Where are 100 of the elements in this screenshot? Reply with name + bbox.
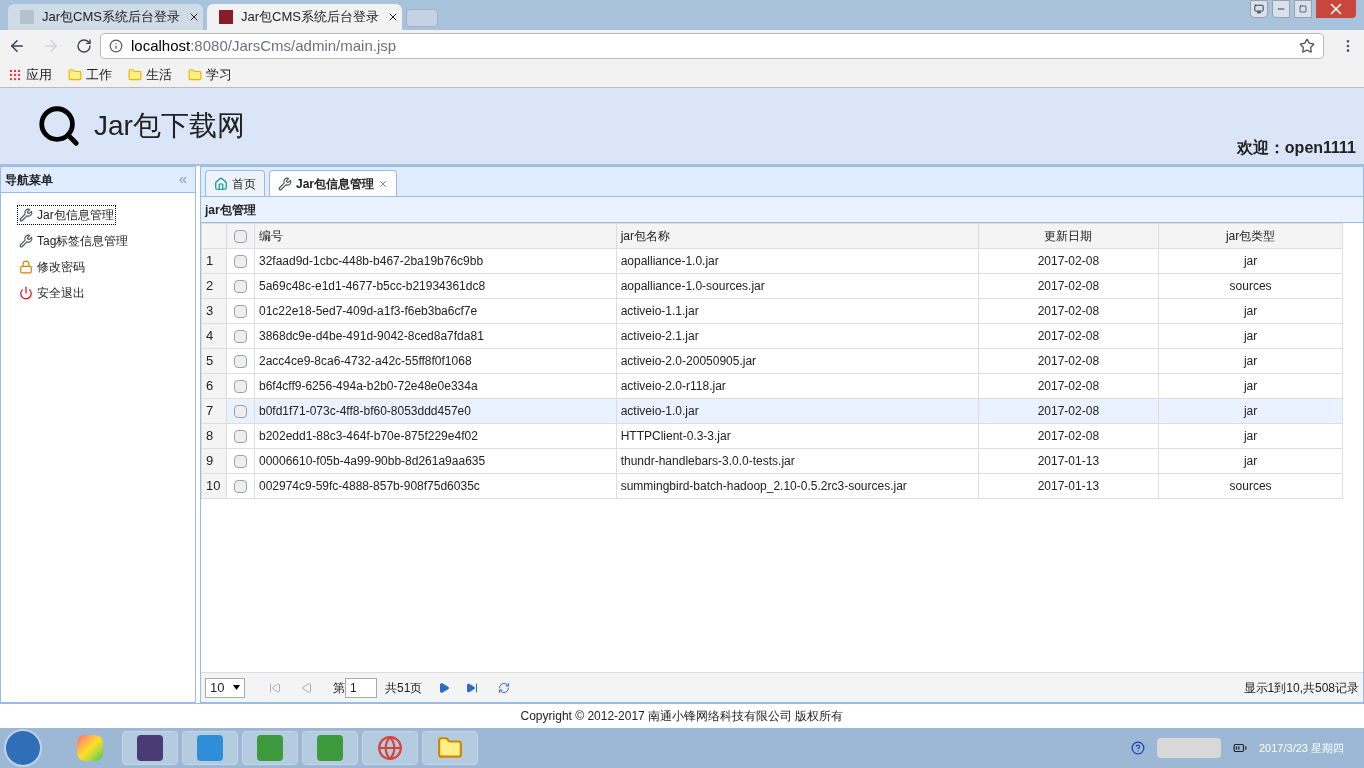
table-row[interactable]: 1 32faad9d-1cbc-448b-b467-2ba19b76c9bb aopalliance-1.0.jar 2017-02-08 jar (201, 248, 1343, 274)
last-page-icon[interactable] (466, 681, 479, 694)
page-label: 第 (333, 679, 345, 697)
table-cell: sources (1158, 273, 1343, 299)
table-cell: sources (1158, 473, 1343, 499)
minimize-icon[interactable] (1272, 0, 1290, 18)
maximize-icon[interactable] (1294, 0, 1312, 18)
table-cell: jar (1158, 423, 1343, 449)
forward-icon[interactable] (42, 37, 60, 55)
checkbox[interactable] (233, 480, 247, 494)
row-number: 2 (201, 273, 227, 299)
nav-item[interactable]: 安全退出 (17, 283, 87, 303)
checkbox[interactable] (233, 455, 247, 469)
apps-icon (8, 67, 22, 82)
bookmark[interactable]: 学习 (188, 64, 232, 85)
folder-icon (188, 67, 202, 82)
nav-item[interactable]: Tag标签信息管理 (17, 231, 131, 251)
row-number: 7 (201, 398, 227, 424)
user-icon[interactable] (1250, 0, 1268, 18)
row-number: 6 (201, 373, 227, 399)
table-row[interactable]: 10 002974c9-59fc-4888-857b-908f75d6035c summingbird-batch-hadoop_2.10-0.5.2rc3-sources.jar 2017-01-13 sources (201, 473, 1343, 499)
app-icon[interactable] (122, 731, 178, 765)
next-page-icon[interactable] (438, 681, 451, 694)
nav-item[interactable]: Jar包信息管理 (17, 205, 116, 225)
table-cell: jar (1158, 398, 1343, 424)
date-text: 2017/3/23 星期四 (1259, 740, 1344, 756)
row-number: 9 (201, 448, 227, 474)
table-cell: 2017-02-08 (978, 398, 1159, 424)
table-cell: jar (1158, 448, 1343, 474)
page-field[interactable]: 1 (345, 677, 377, 698)
checkbox[interactable] (233, 380, 247, 394)
checkbox[interactable] (233, 405, 247, 419)
browser-icon[interactable] (362, 731, 418, 765)
table-cell: 2017-02-08 (978, 373, 1159, 399)
table-cell: jar (1158, 348, 1343, 374)
table-cell: 2017-02-08 (978, 348, 1159, 374)
table-row[interactable]: 2 5a69c48c-e1d1-4677-b5cc-b21934361dc8 aopalliance-1.0-sources.jar 2017-02-08 sources (201, 273, 1343, 299)
help-icon[interactable] (1131, 741, 1145, 755)
checkbox[interactable] (233, 255, 247, 269)
browser-tab[interactable]: Jar包CMS系统后台登录 (8, 4, 203, 30)
refresh-icon[interactable] (498, 681, 511, 694)
checkbox[interactable] (233, 230, 247, 244)
copyright-text: Copyright © 2012-2017 南通小锋网络科技有限公司 版权所有 (520, 708, 844, 725)
table-row[interactable]: 7 b0fd1f71-073c-4ff8-bf60-8053ddd457e0 activeio-1.0.jar 2017-02-08 jar (201, 398, 1343, 424)
checkbox[interactable] (233, 330, 247, 344)
page-tab[interactable]: 首页 (205, 170, 265, 196)
nav-item[interactable]: 修改密码 (17, 257, 87, 277)
bookmark[interactable]: 生活 (128, 64, 172, 85)
table-row[interactable]: 6 b6f4cff9-6256-494a-b2b0-72e48e0e334a activeio-2.0-r118.jar 2017-02-08 jar (201, 373, 1343, 399)
table-cell: aopalliance-1.0-sources.jar (616, 273, 978, 299)
folder-icon[interactable] (422, 731, 478, 765)
page-size-select[interactable]: 10 (205, 677, 245, 698)
page-tab[interactable]: Jar包信息管理 (269, 170, 398, 196)
folder-icon (128, 67, 142, 82)
table-row[interactable]: 9 00006610-f05b-4a99-90bb-8d261a9aa635 thundr-handlebars-3.0.0-tests.jar 2017-01-13 jar (201, 448, 1343, 474)
tab-title: Jar包CMS系统后台登录 (42, 8, 180, 27)
new-tab-button[interactable] (406, 9, 438, 27)
first-page-icon[interactable] (269, 681, 281, 694)
table-cell: thundr-handlebars-3.0.0-tests.jar (616, 448, 978, 474)
table-row[interactable]: 3 01c22e18-5ed7-409d-a1f3-f6eb3ba6cf7e activeio-1.1.jar 2017-02-08 jar (201, 298, 1343, 324)
bookmark[interactable]: 工作 (68, 64, 112, 85)
prev-page-icon[interactable] (301, 681, 313, 694)
table-row[interactable]: 4 3868dc9e-d4be-491d-9042-8ced8a7fda81 activeio-2.1.jar 2017-02-08 jar (201, 323, 1343, 349)
reload-icon[interactable] (76, 38, 92, 54)
bookmark[interactable]: 应用 (8, 64, 52, 85)
checkbox[interactable] (233, 355, 247, 369)
row-number: 10 (201, 473, 227, 499)
table-row[interactable]: 8 b202edd1-88c3-464f-b70e-875f229e4f02 HTTPClient-0.3-3.jar 2017-02-08 jar (201, 423, 1343, 449)
checkbox[interactable] (233, 430, 247, 444)
table-cell: activeio-2.0-20050905.jar (616, 348, 978, 374)
start-button[interactable] (4, 729, 42, 767)
column-header[interactable]: 编号 (254, 223, 617, 249)
address-field[interactable]: localhost:8080/JarsCms/admin/main.jsp (100, 33, 1324, 59)
folder-icon (68, 67, 82, 82)
table-cell: b6f4cff9-6256-494a-b2b0-72e48e0e334a (254, 373, 617, 399)
column-header[interactable]: jar包类型 (1158, 223, 1343, 249)
column-header[interactable]: jar包名称 (616, 223, 978, 249)
tools-icon (19, 208, 33, 222)
info-icon[interactable] (109, 39, 123, 53)
table-cell: b0fd1f71-073c-4ff8-bf60-8053ddd457e0 (254, 398, 617, 424)
table-cell: 00006610-f05b-4a99-90bb-8d261a9aa635 (254, 448, 617, 474)
table-cell: 2acc4ce9-8ca6-4732-a42c-55ff8f0f1068 (254, 348, 617, 374)
table-cell: b202edd1-88c3-464f-b70e-875f229e4f02 (254, 423, 617, 449)
table-row[interactable]: 5 2acc4ce9-8ca6-4732-a42c-55ff8f0f1068 activeio-2.0-20050905.jar 2017-02-08 jar (201, 348, 1343, 374)
battery-icon[interactable] (1233, 741, 1247, 755)
site-title: Jar包下载网 (94, 109, 245, 143)
browser-tab[interactable]: Jar包CMS系统后台登录 (207, 4, 402, 30)
star-icon[interactable] (1299, 38, 1315, 54)
table-cell: 2017-02-08 (978, 423, 1159, 449)
welcome-text: 欢迎：open1111 (1236, 138, 1356, 158)
column-header[interactable]: 更新日期 (978, 223, 1159, 249)
back-icon[interactable] (8, 37, 26, 55)
table-cell: jar (1158, 373, 1343, 399)
checkbox[interactable] (233, 280, 247, 294)
table-cell: 3868dc9e-d4be-491d-9042-8ced8a7fda81 (254, 323, 617, 349)
table-cell: 2017-01-13 (978, 448, 1159, 474)
favicon-icon (20, 10, 34, 24)
checkbox[interactable] (233, 305, 247, 319)
table-cell: 2017-02-08 (978, 323, 1159, 349)
row-number: 8 (201, 423, 227, 449)
